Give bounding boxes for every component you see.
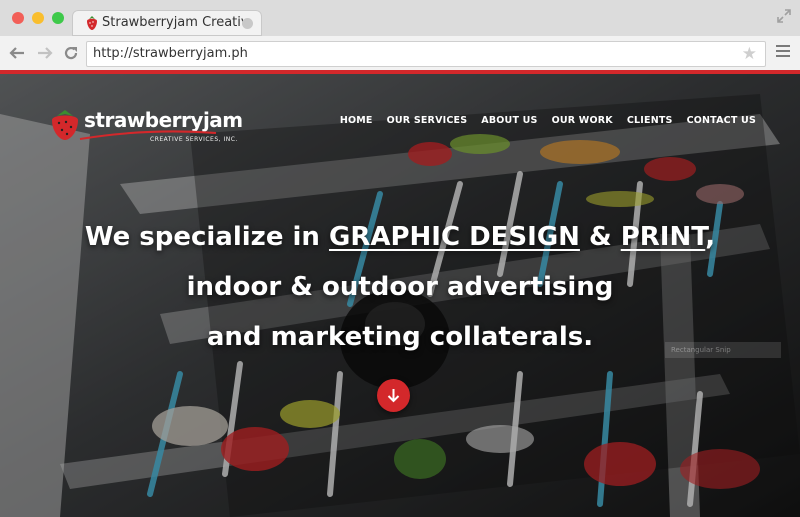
reload-icon[interactable]	[62, 44, 80, 62]
hero-line-2: indoor & outdoor advertising	[186, 272, 614, 302]
hero-comma: ,	[705, 222, 716, 252]
graphic-design-link[interactable]: GRAPHIC DESIGN	[329, 222, 580, 252]
website-page: strawberryjam CREATIVE SERVICES, INC. HO…	[0, 74, 800, 517]
tab-close-icon[interactable]	[242, 18, 253, 29]
address-bar[interactable]: http://strawberryjam.ph ★	[86, 41, 766, 67]
nav-our-work[interactable]: OUR WORK	[552, 115, 613, 126]
arrow-down-icon	[387, 389, 400, 403]
hamburger-menu-icon[interactable]	[776, 45, 790, 60]
nav-contact-us[interactable]: CONTACT US	[687, 115, 756, 126]
browser-tab[interactable]: Strawberryjam Creative	[72, 10, 262, 36]
nav-clients[interactable]: CLIENTS	[627, 115, 673, 126]
nav-about-us[interactable]: ABOUT US	[481, 115, 537, 126]
logo-tagline: CREATIVE SERVICES, INC.	[150, 136, 238, 143]
strawberry-logo-icon	[52, 110, 78, 140]
fullscreen-icon[interactable]	[776, 8, 792, 24]
forward-arrow-icon[interactable]	[36, 44, 54, 62]
tab-title: Strawberryjam Creative	[102, 15, 244, 30]
hero-prefix: We specialize in	[84, 222, 329, 252]
back-arrow-icon[interactable]	[8, 44, 26, 62]
print-link[interactable]: PRINT	[621, 222, 706, 252]
snip-tooltip-label: Rectangular Snip	[665, 342, 781, 358]
nav-our-services[interactable]: OUR SERVICES	[387, 115, 468, 126]
maximize-window-button[interactable]	[52, 12, 64, 24]
hero-headline: We specialize in GRAPHIC DESIGN & PRINT,…	[0, 212, 800, 362]
main-navigation: HOME OUR SERVICES ABOUT US OUR WORK CLIE…	[340, 115, 756, 126]
url-text[interactable]: http://strawberryjam.ph	[93, 46, 248, 61]
strawberry-favicon-icon	[87, 16, 97, 30]
close-window-button[interactable]	[12, 12, 24, 24]
bookmark-star-icon[interactable]: ★	[742, 44, 757, 64]
browser-toolbar: http://strawberryjam.ph ★	[0, 36, 800, 70]
minimize-window-button[interactable]	[32, 12, 44, 24]
browser-titlebar: Strawberryjam Creative	[0, 0, 800, 36]
browser-window: Strawberryjam Creative http://strawberry…	[0, 0, 800, 517]
scroll-down-button[interactable]	[377, 379, 410, 412]
nav-home[interactable]: HOME	[340, 115, 373, 126]
hero-ampersand: &	[579, 222, 621, 252]
site-logo[interactable]: strawberryjam CREATIVE SERVICES, INC.	[48, 108, 248, 148]
logo-wordmark: strawberryjam	[84, 108, 243, 132]
hero-line-1: We specialize in GRAPHIC DESIGN & PRINT,	[0, 212, 800, 262]
